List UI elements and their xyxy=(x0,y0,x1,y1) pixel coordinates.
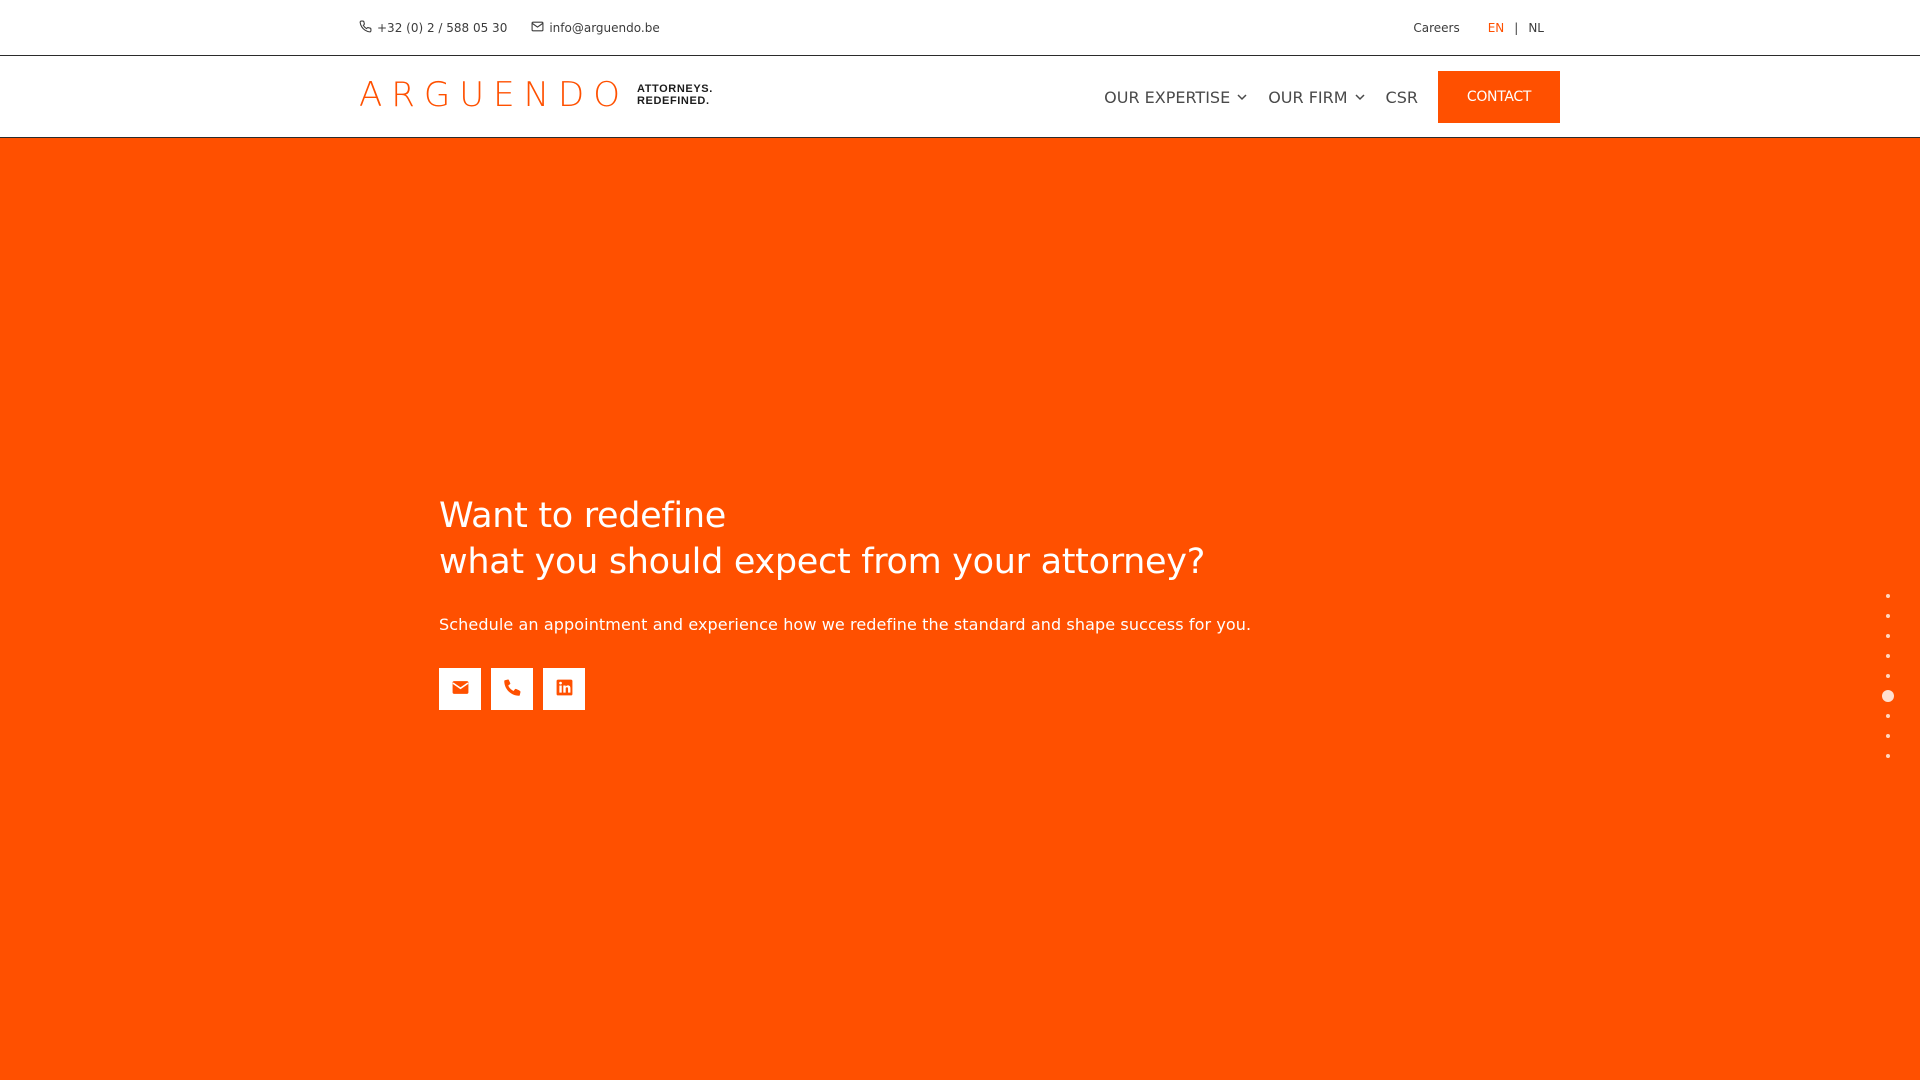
nav-our-expertise[interactable]: OUR EXPERTISE xyxy=(1104,88,1248,107)
hero-contact-icons xyxy=(439,668,1251,710)
section-dot[interactable] xyxy=(1886,594,1890,598)
email-address: info@arguendo.be xyxy=(549,20,660,35)
contact-button[interactable]: CONTACT xyxy=(1438,71,1560,123)
section-dot[interactable] xyxy=(1886,674,1890,678)
email-button[interactable] xyxy=(439,668,481,710)
lang-nl[interactable]: NL xyxy=(1528,21,1544,35)
main-nav: OUR EXPERTISE OUR FIRM CSR CONTACT xyxy=(1104,56,1560,138)
nav-our-firm-label: OUR FIRM xyxy=(1268,87,1348,107)
hero-content: Want to redefine what you should expect … xyxy=(439,493,1251,710)
phone-number: +32 (0) 2 / 588 05 30 xyxy=(377,20,508,35)
logo-tagline-line1: ATTORNEYS. xyxy=(636,83,713,95)
hero-section: Want to redefine what you should expect … xyxy=(0,138,1920,1080)
nav-csr-label: CSR xyxy=(1385,87,1418,107)
section-dot[interactable] xyxy=(1886,654,1890,658)
phone-button[interactable] xyxy=(491,668,533,710)
phone-icon xyxy=(503,678,522,701)
nav-our-firm[interactable]: OUR FIRM xyxy=(1268,88,1365,107)
section-dot-active[interactable] xyxy=(1882,690,1894,702)
section-dot[interactable] xyxy=(1886,634,1890,638)
lang-en[interactable]: EN xyxy=(1488,21,1505,35)
section-dot[interactable] xyxy=(1886,614,1890,618)
envelope-icon xyxy=(531,20,544,36)
main-header: ARGUENDO ATTORNEYS. REDEFINED. OUR EXPER… xyxy=(0,56,1920,138)
logo[interactable]: ARGUENDO ATTORNEYS. REDEFINED. xyxy=(359,78,713,112)
logo-wordmark: ARGUENDO xyxy=(359,75,629,115)
phone-link[interactable]: +32 (0) 2 / 588 05 30 xyxy=(359,20,507,36)
email-link[interactable]: info@arguendo.be xyxy=(531,20,660,36)
contact-info: +32 (0) 2 / 588 05 30 info@arguendo.be xyxy=(359,0,660,55)
hero-title-line2: what you should expect from your attorne… xyxy=(439,542,1205,582)
lang-separator: | xyxy=(1514,20,1519,35)
logo-tagline-line2: REDEFINED. xyxy=(636,95,710,107)
nav-csr[interactable]: CSR xyxy=(1386,88,1418,107)
phone-icon xyxy=(359,20,372,36)
linkedin-button[interactable] xyxy=(543,668,585,710)
linkedin-icon xyxy=(555,678,574,701)
top-links: Careers EN | NL xyxy=(1413,0,1544,55)
top-bar: +32 (0) 2 / 588 05 30 info@arguendo.be C… xyxy=(0,0,1920,56)
careers-link[interactable]: Careers xyxy=(1413,21,1459,35)
section-dot[interactable] xyxy=(1886,714,1890,718)
hero-title-line1: Want to redefine xyxy=(439,496,726,536)
chevron-down-icon xyxy=(1230,88,1248,107)
envelope-icon xyxy=(451,678,470,701)
logo-tagline: ATTORNEYS. REDEFINED. xyxy=(637,83,713,107)
section-dot[interactable] xyxy=(1886,734,1890,738)
section-dot[interactable] xyxy=(1886,754,1890,758)
nav-our-expertise-label: OUR EXPERTISE xyxy=(1104,87,1231,107)
chevron-down-icon xyxy=(1348,88,1366,107)
hero-title: Want to redefine what you should expect … xyxy=(439,493,1251,585)
hero-subtitle: Schedule an appointment and experience h… xyxy=(439,615,1252,634)
